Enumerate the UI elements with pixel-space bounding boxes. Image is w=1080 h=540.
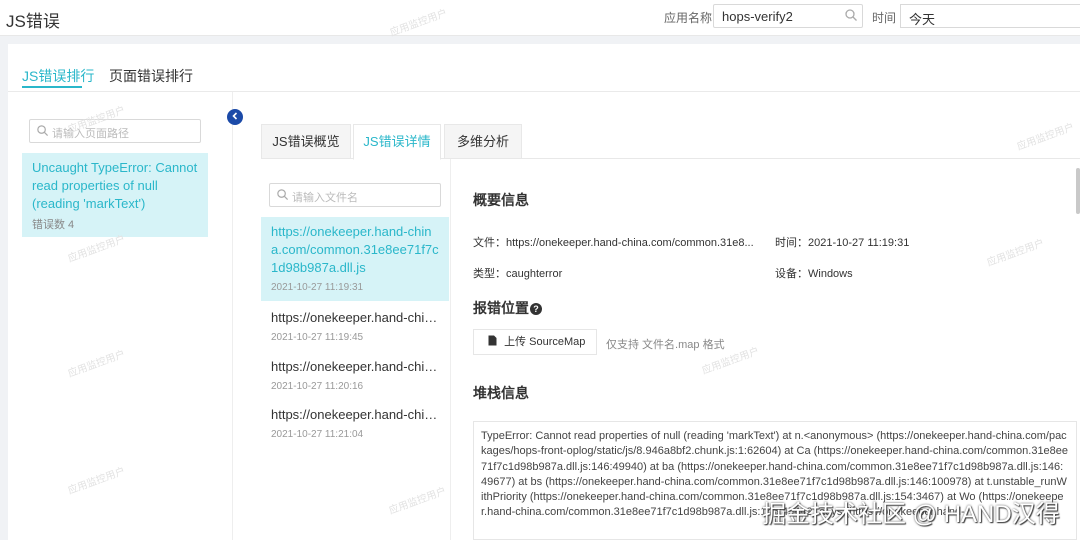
- error-location-title: 报错位置?: [473, 298, 542, 318]
- tab-js-error-rank[interactable]: JS错误排行: [22, 66, 94, 86]
- tab-page-error-rank[interactable]: 页面错误排行: [109, 66, 193, 86]
- upload-file-icon: [488, 335, 504, 348]
- main-panel: JS错误排行 页面错误排行 请输入页面路径 Uncaught TypeError…: [8, 44, 1080, 540]
- footer-watermark: 掘金技术社区 @ HAND汉得: [762, 501, 1060, 528]
- app-name-label: 应用名称: [664, 11, 713, 25]
- search-icon[interactable]: [844, 8, 858, 25]
- chevron-left-icon: [231, 110, 239, 122]
- time-picker[interactable]: 今天: [900, 4, 1080, 28]
- file-list-item[interactable]: https://onekeeper.hand-china.com/common.…: [261, 352, 449, 398]
- error-location-label: 报错位置: [473, 300, 529, 316]
- file-name: https://onekeeper.hand-china.com/common.…: [271, 310, 439, 325]
- file-time: 2021-10-27 11:21:04: [271, 429, 364, 440]
- upload-hint: 仅支持 文件名.map 格式: [606, 339, 725, 351]
- collapse-sidebar-button[interactable]: [227, 109, 243, 125]
- error-list-item[interactable]: Uncaught TypeError: Cannot read properti…: [22, 153, 208, 237]
- upload-sourcemap-label: 上传 SourceMap: [504, 336, 586, 348]
- stack-title: 堆栈信息: [473, 385, 529, 401]
- file-name: https://onekeeper.hand-china.com/common.…: [271, 224, 439, 275]
- detail-tab-bar: JS错误概览 JS错误详情 多维分析: [261, 124, 1080, 160]
- top-bar: JS错误 应用名称 hops-verify2 时间 今天: [0, 0, 1080, 36]
- search-placeholder: 请输入文件名: [292, 192, 358, 204]
- file-list-item[interactable]: https://onekeeper.hand-china.com/common.…: [261, 217, 449, 301]
- type-info: 类型：caughterror: [473, 268, 563, 280]
- file-name: https://onekeeper.hand-china.com/common.…: [271, 407, 439, 422]
- tab-multi-analysis[interactable]: 多维分析: [444, 124, 522, 159]
- file-name-search-input[interactable]: 请输入文件名: [269, 183, 441, 207]
- time-label: 时间: [872, 11, 897, 25]
- file-time: 2021-10-27 11:19:45: [271, 332, 364, 343]
- search-icon: [36, 124, 49, 142]
- device-info: 设备：Windows: [775, 268, 853, 280]
- file-time: 2021-10-27 11:19:31: [271, 282, 364, 293]
- scrollbar-thumb[interactable]: [1076, 168, 1080, 214]
- search-icon: [276, 188, 289, 206]
- upload-sourcemap-button[interactable]: 上传 SourceMap: [473, 329, 597, 355]
- file-info: 文件：https://onekeeper.hand-china.com/comm…: [473, 237, 754, 249]
- tab-js-error-detail[interactable]: JS错误详情: [353, 124, 441, 160]
- page-title: JS错误: [6, 12, 60, 31]
- error-message: Uncaught TypeError: Cannot read properti…: [32, 160, 198, 211]
- tab-js-error-overview[interactable]: JS错误概览: [261, 124, 351, 159]
- file-list-item[interactable]: https://onekeeper.hand-china.com/common.…: [261, 303, 449, 349]
- app-select-value: hops-verify2: [722, 9, 793, 24]
- active-tab-underline: [22, 86, 82, 88]
- file-time: 2021-10-27 11:20:16: [271, 381, 364, 392]
- help-icon[interactable]: ?: [530, 303, 542, 315]
- time-info: 时间：2021-10-27 11:19:31: [775, 237, 910, 249]
- file-name: https://onekeeper.hand-china.com/common.…: [271, 359, 439, 374]
- error-count: 错误数 4: [32, 219, 75, 231]
- page-path-search-input[interactable]: 请输入页面路径: [29, 119, 201, 143]
- overview-title: 概要信息: [473, 192, 529, 208]
- app-select[interactable]: hops-verify2: [713, 4, 863, 28]
- file-list-item[interactable]: https://onekeeper.hand-china.com/common.…: [261, 400, 449, 446]
